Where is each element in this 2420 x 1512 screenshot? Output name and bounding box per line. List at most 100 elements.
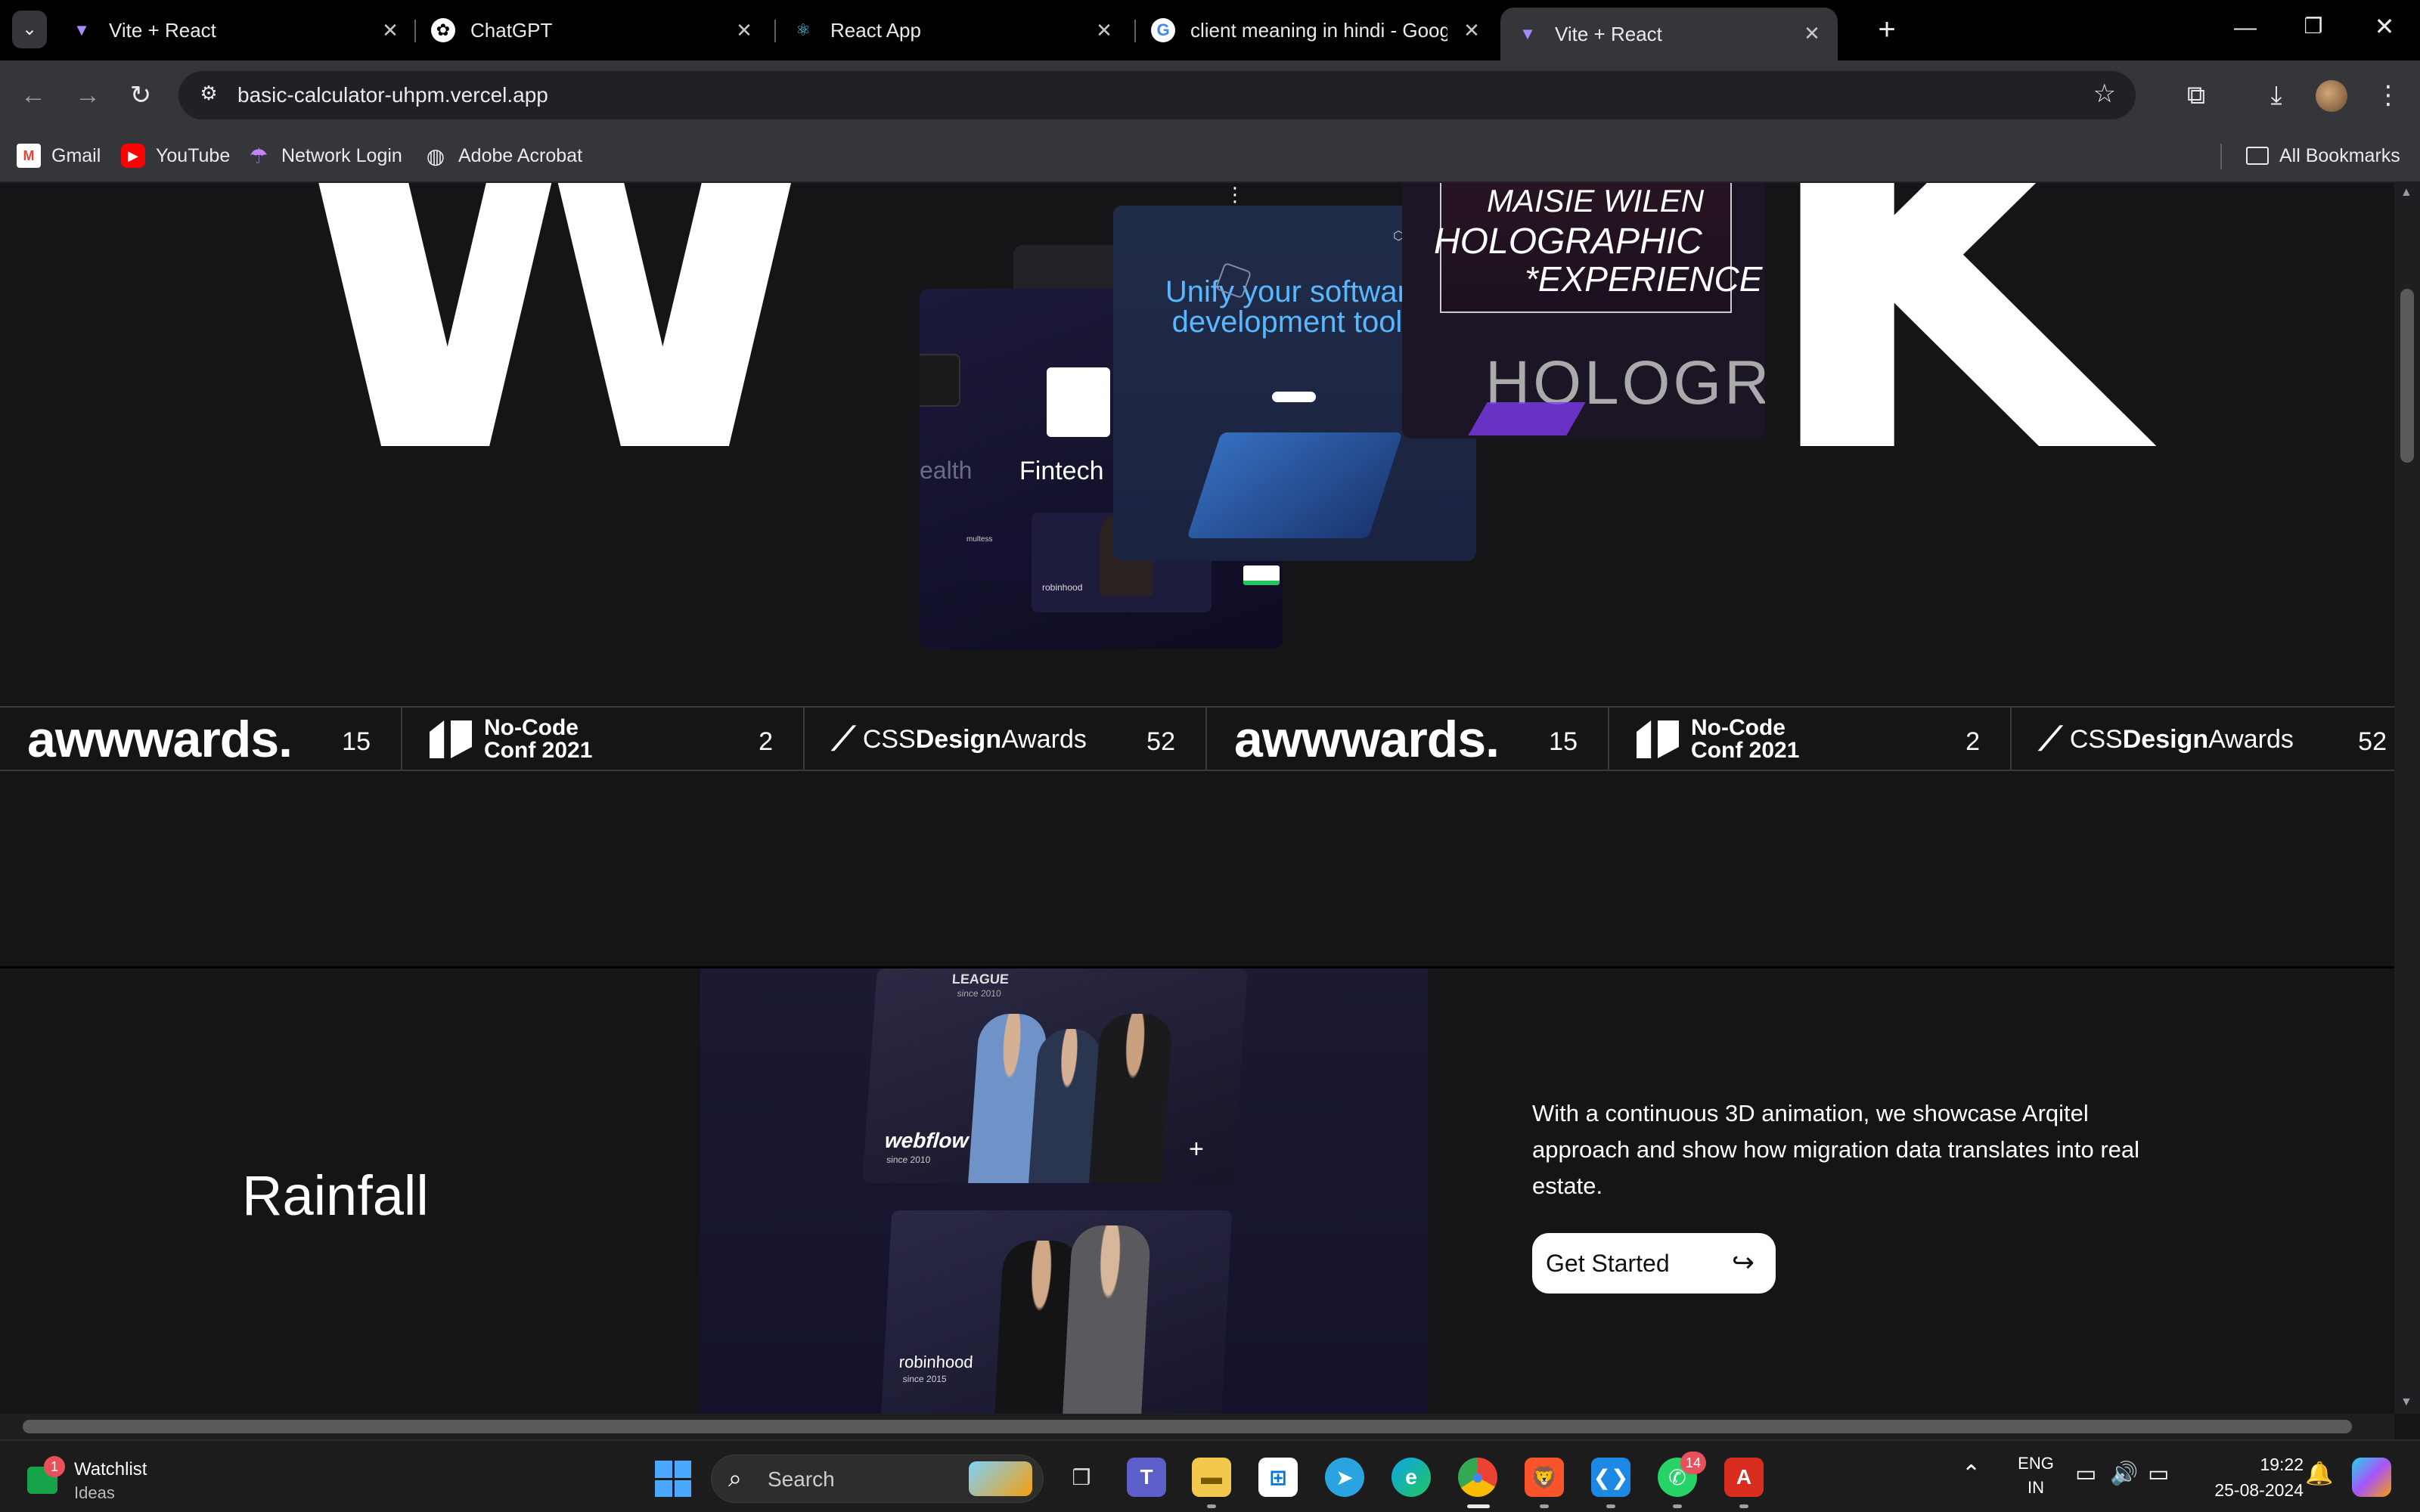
close-tab-icon[interactable]: ✕ xyxy=(1092,18,1116,42)
bookmark-label: Gmail xyxy=(51,144,101,166)
search-highlight-icon xyxy=(969,1461,1032,1496)
task-view-icon[interactable]: ❐ xyxy=(1062,1458,1101,1497)
award-count: 52 xyxy=(2358,727,2387,756)
react-icon: ⚛ xyxy=(796,20,811,39)
download-icon[interactable]: ⤓ xyxy=(2258,77,2294,113)
forward-icon[interactable]: → xyxy=(70,77,106,113)
holographic-card: MAISIE WILEN HOLOGRAPHIC *EXPERIENCE HOL… xyxy=(1402,183,1765,438)
file-explorer-icon[interactable]: ▬ xyxy=(1192,1458,1231,1497)
scroll-thumb[interactable] xyxy=(23,1420,2352,1433)
notification-badge: 1 xyxy=(44,1456,65,1477)
back-icon[interactable]: ← xyxy=(15,77,51,113)
scroll-up-icon[interactable]: ▲ xyxy=(2400,186,2412,200)
close-tab-icon[interactable]: ✕ xyxy=(1800,21,1824,45)
acrobat-icon[interactable]: A xyxy=(1724,1458,1764,1497)
bookmarks-bar: M Gmail ▶ YouTube ☂ Network Login ◍ Adob… xyxy=(0,130,2420,183)
close-tab-icon[interactable]: ✕ xyxy=(378,18,402,42)
award-cssdesignawards: ⟋ CSS Design Awards 52 xyxy=(2012,708,2394,771)
bookmark-label: YouTube xyxy=(156,144,231,166)
nocode-conf-logo: No-Code Conf 2021 xyxy=(1637,717,1799,762)
awards-strip: awwwards. 15 No-Code Conf 2021 2 ⟋ CSS Des… xyxy=(0,706,2394,771)
vite-icon: ▼ xyxy=(1519,24,1536,43)
add-icon[interactable]: + xyxy=(1189,1135,1204,1164)
watchlist-widget[interactable]: 1 Watchlist Ideas xyxy=(27,1453,194,1502)
vscode-icon[interactable]: ❮❯ xyxy=(1591,1458,1630,1497)
telegram-icon[interactable]: ➤ xyxy=(1325,1458,1364,1497)
edge-icon[interactable]: e xyxy=(1392,1458,1431,1497)
extensions-icon[interactable]: ⧉ xyxy=(2178,77,2214,113)
chrome-icon[interactable]: ● xyxy=(1458,1458,1497,1497)
battery-icon[interactable]: ▭ xyxy=(2148,1461,2169,1487)
cssdesignawards-logo: ⟋ CSS Design Awards xyxy=(2039,720,2294,758)
tab-title: React App xyxy=(830,18,921,42)
close-tab-icon[interactable]: ✕ xyxy=(732,18,756,42)
person-photo xyxy=(1062,1225,1152,1414)
summon-3d-stack xyxy=(1187,432,1403,538)
award-awwwards: awwwards. 15 xyxy=(0,708,402,771)
new-tab-button[interactable]: + xyxy=(1868,11,1906,48)
folder-icon xyxy=(2246,147,2269,165)
tab-react-app[interactable]: ⚛ React App ✕ xyxy=(791,8,1116,53)
language-indicator[interactable]: ENG IN xyxy=(2013,1452,2059,1500)
volume-icon[interactable]: 🔊 xyxy=(2110,1461,2138,1487)
browser-toolbar: ← → ↻ ⚙ basic-calculator-uhpm.vercel.app… xyxy=(0,60,2420,130)
more-options-icon[interactable]: ⋮ xyxy=(1225,183,1245,206)
whatsapp-badge: 14 xyxy=(1680,1452,1706,1474)
tab-google-search[interactable]: G client meaning in hindi - Googl ✕ xyxy=(1151,8,1484,53)
bookmark-label: Network Login xyxy=(281,144,402,166)
get-started-button[interactable]: Get Started ↪ xyxy=(1532,1233,1776,1294)
close-window-icon[interactable]: ✕ xyxy=(2367,12,2402,42)
taskbar-search-box[interactable]: ⌕ Search xyxy=(711,1455,1044,1503)
awwwards-logo: awwwards. xyxy=(27,711,293,768)
wealth-fragment: ealth xyxy=(920,457,973,484)
award-nocode-conf: No-Code Conf 2021 2 xyxy=(402,708,805,771)
vertical-scrollbar[interactable]: ▲ ▼ xyxy=(2394,183,2420,1414)
notification-bell-icon[interactable]: 🔔 xyxy=(2305,1461,2333,1487)
bookmark-youtube[interactable]: ▶ YouTube xyxy=(121,141,230,171)
close-tab-icon[interactable]: ✕ xyxy=(1460,18,1484,42)
awwwards-logo: awwwards. xyxy=(1234,711,1500,768)
reload-icon[interactable]: ↻ xyxy=(123,77,159,113)
scroll-down-icon[interactable]: ▼ xyxy=(2400,1396,2412,1409)
project-row[interactable]: Rainfall LEAGUE since 2010 webflow since… xyxy=(0,966,2394,1414)
tab-title: Vite + React xyxy=(109,18,216,42)
award-count: 15 xyxy=(342,727,371,756)
chevron-up-icon[interactable]: ⌃ xyxy=(1962,1461,1981,1487)
project-image: LEAGUE since 2010 webflow since 2010 + r… xyxy=(700,968,1428,1414)
tab-search-button[interactable]: ⌄ xyxy=(12,11,47,48)
network-icon[interactable]: ▭ xyxy=(2075,1461,2096,1487)
brave-icon[interactable]: 🦁 xyxy=(1525,1458,1564,1497)
all-bookmarks-label: All Bookmarks xyxy=(2279,144,2400,166)
horizontal-scrollbar[interactable] xyxy=(0,1414,2394,1439)
tab-vite-react-active[interactable]: ▼ Vite + React ✕ xyxy=(1500,8,1838,60)
site-info-icon[interactable]: ⚙ xyxy=(195,82,222,109)
restore-icon[interactable]: ❐ xyxy=(2296,14,2331,44)
windows-start-icon[interactable] xyxy=(655,1461,691,1497)
copilot-icon[interactable] xyxy=(2352,1458,2391,1497)
profile-avatar[interactable] xyxy=(2316,80,2347,112)
bookmark-star-icon[interactable]: ☆ xyxy=(2093,79,2116,109)
bookmark-network-login[interactable]: ☂ Network Login xyxy=(247,141,402,171)
green-badge xyxy=(1243,565,1280,585)
tab-vite-react-1[interactable]: ▼ Vite + React ✕ xyxy=(70,8,402,53)
phone-mockup xyxy=(920,354,960,407)
google-icon: G xyxy=(1151,18,1175,42)
minimize-icon[interactable]: — xyxy=(2228,15,2263,45)
cssdesignawards-logo: ⟋ CSS Design Awards xyxy=(832,720,1087,758)
tab-strip: ⌄ ▼ Vite + React ✕ ✿ ChatGPT ✕ ⚛ React A… xyxy=(0,0,2420,60)
robinhood-photo: robinhood since 2015 xyxy=(880,1210,1233,1414)
bookmark-adobe-acrobat[interactable]: ◍ Adobe Acrobat xyxy=(424,141,582,171)
award-count: 52 xyxy=(1146,727,1175,756)
award-count: 2 xyxy=(759,727,773,756)
bookmark-label: Adobe Acrobat xyxy=(458,144,583,166)
scroll-thumb[interactable] xyxy=(2400,289,2414,463)
clock[interactable]: 19:22 25-08-2024 xyxy=(2190,1452,2304,1503)
menu-icon[interactable]: ⋮ xyxy=(2370,77,2406,113)
microsoft-store-icon[interactable]: ⊞ xyxy=(1258,1458,1298,1497)
teams-icon[interactable]: T xyxy=(1127,1458,1166,1497)
bookmark-gmail[interactable]: M Gmail xyxy=(17,141,101,171)
tab-chatgpt[interactable]: ✿ ChatGPT ✕ xyxy=(431,8,756,53)
all-bookmarks[interactable]: All Bookmarks xyxy=(2246,141,2400,171)
address-bar[interactable]: ⚙ basic-calculator-uhpm.vercel.app ☆ xyxy=(178,71,2136,119)
award-count: 2 xyxy=(1965,727,1980,756)
